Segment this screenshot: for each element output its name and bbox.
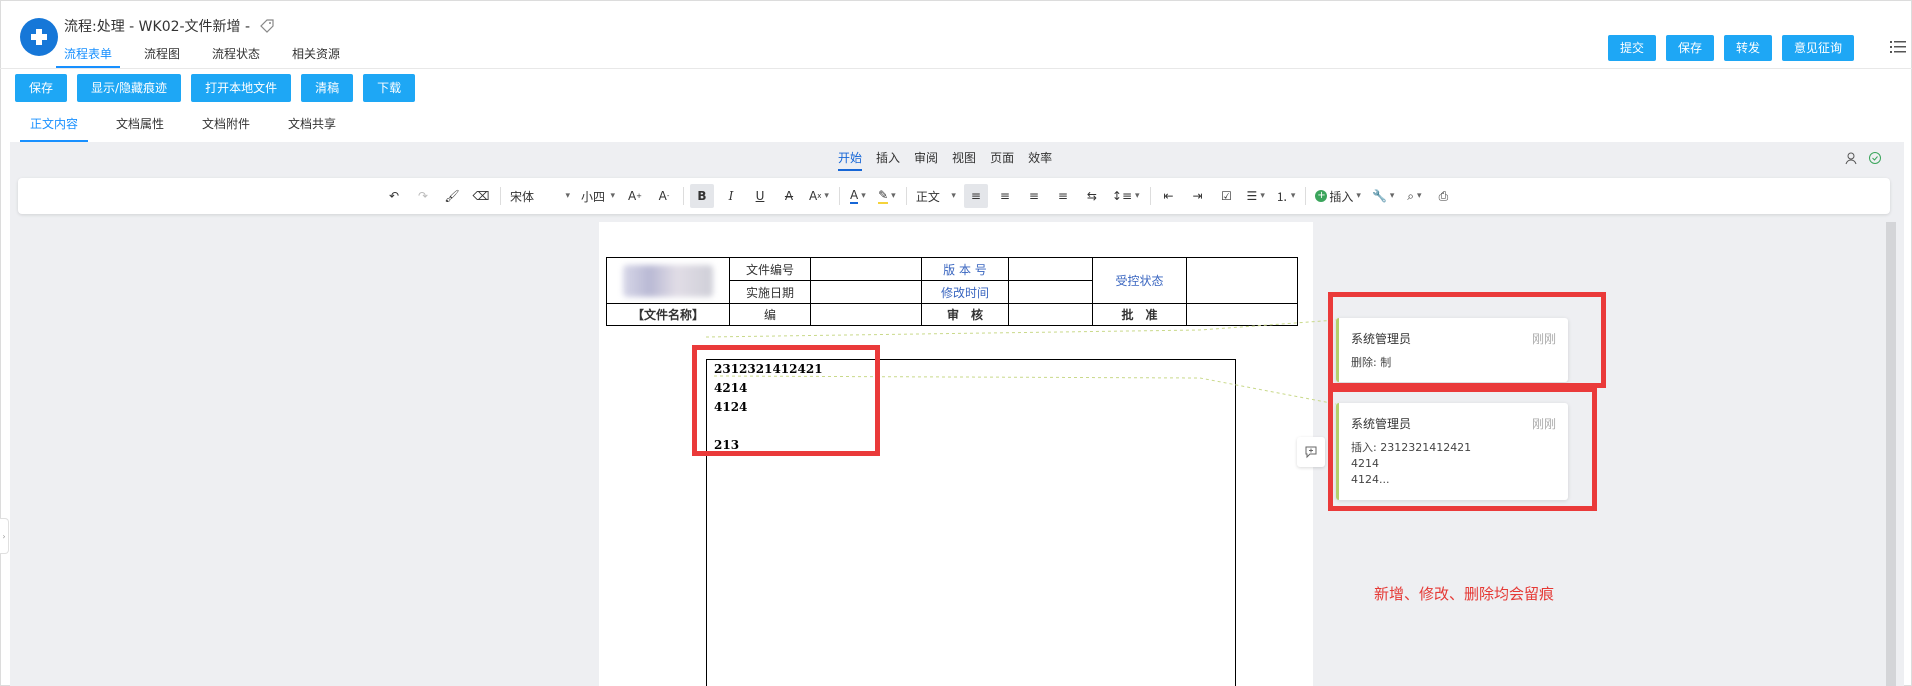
add-comment-icon[interactable] (1297, 437, 1325, 467)
highlight-box-delete-comment (1328, 292, 1606, 388)
annotation-note: 新增、修改、删除均会留痕 (1374, 585, 1555, 603)
vertical-scrollbar[interactable] (1886, 222, 1896, 686)
highlight-box-inserted-text (692, 345, 880, 456)
comment-leader-lines (705, 319, 1337, 405)
sidebar-toggle-handle[interactable]: › (0, 518, 9, 554)
highlight-box-insert-comment (1328, 387, 1597, 511)
